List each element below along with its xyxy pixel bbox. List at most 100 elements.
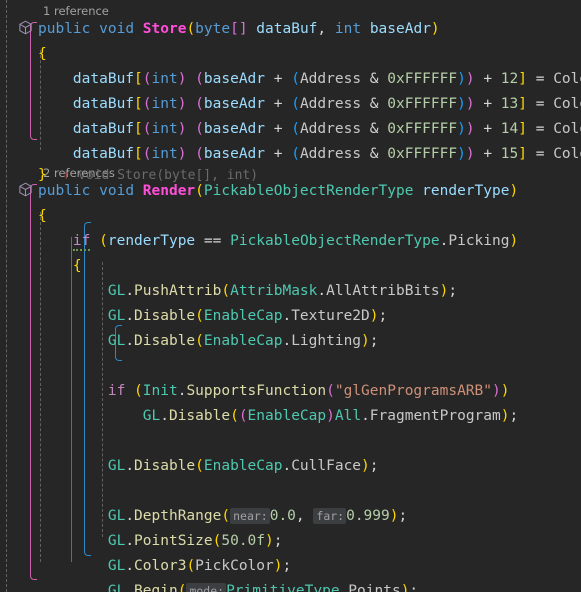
token-paren: ) — [177, 96, 187, 112]
token-paren: ( — [195, 308, 204, 324]
token-semicolon: ; — [282, 558, 292, 574]
code-line[interactable]: if (renderType == PickableObjectRenderTy… — [38, 229, 518, 254]
token-operator: & — [369, 71, 379, 87]
token-bracket: ] — [518, 146, 527, 162]
token-type: PickableObjectRenderType — [230, 233, 440, 249]
token-type: GL — [107, 308, 126, 324]
token-parameter: dataBuf — [256, 21, 318, 37]
token-keyword: void — [99, 183, 135, 199]
token-operator: & — [369, 146, 379, 162]
code-line[interactable]: dataBuf[(int) (baseAdr + (Address & 0xFF… — [38, 117, 581, 142]
code-line[interactable]: { — [38, 204, 47, 229]
token-number: 12 — [500, 71, 519, 87]
token-paren: ( — [291, 121, 300, 137]
code-line[interactable]: GL.Color3(PickColor); — [38, 554, 291, 579]
token-operator: + — [483, 146, 493, 162]
token-semicolon: ; — [509, 408, 519, 424]
token-paren: ) — [177, 121, 187, 137]
token-field: Colors — [553, 96, 581, 112]
token-method-call: Disable — [134, 333, 196, 349]
token-operator: == — [203, 233, 222, 249]
token-brace: { — [72, 258, 82, 274]
token-method-call: DepthRange — [134, 508, 222, 524]
code-line[interactable]: GL.Disable(EnableCap.Lighting); — [38, 329, 379, 354]
token-paren: ) — [326, 408, 335, 424]
token-number: 15 — [500, 146, 519, 162]
token-method-call: PointSize — [134, 533, 213, 549]
code-line[interactable]: { — [38, 254, 82, 279]
code-line[interactable]: GL.Disable(EnableCap.CullFace); — [38, 454, 379, 479]
token-field: Colors — [553, 121, 581, 137]
token-type: Init — [142, 383, 178, 399]
token-paren: ( — [326, 383, 335, 399]
inlay-hint-far[interactable]: far: — [313, 508, 347, 524]
token-paren: ) — [361, 333, 370, 349]
token-dot: . — [282, 333, 292, 349]
token-keyword: int — [151, 96, 178, 112]
token-method-declaration[interactable]: Store — [143, 21, 187, 37]
token-type: GL — [107, 558, 126, 574]
token-bracket: [ — [134, 71, 143, 87]
code-line[interactable]: GL.DepthRange(near: 0.0, far: 0.999); — [38, 504, 407, 529]
token-enum-member: Points — [348, 583, 401, 592]
token-method-call: Disable — [168, 408, 231, 424]
code-line[interactable]: dataBuf[(int) (baseAdr + (Address & 0xFF… — [38, 92, 581, 117]
code-line[interactable]: GL.Disable(EnableCap.Texture2D); — [38, 304, 387, 329]
code-line[interactable]: GL.PushAttrib(AttribMask.AllAttribBits); — [38, 279, 457, 304]
token-operator: = — [535, 96, 545, 112]
token-number: 0xFFFFFF — [387, 121, 458, 137]
token-field: Address — [299, 146, 362, 162]
token-semicolon: ; — [398, 508, 408, 524]
cube-icon[interactable] — [18, 182, 33, 197]
token-paren: ) — [465, 146, 475, 162]
token-bracket: [] — [230, 21, 248, 37]
token-type: EnableCap — [247, 408, 327, 424]
token-semicolon: ; — [369, 333, 379, 349]
token-parameter: renderType — [422, 183, 510, 199]
token-paren: ) — [465, 96, 475, 112]
inlay-hint-mode[interactable]: mode: — [186, 583, 227, 592]
token-method-call: Begin — [134, 583, 178, 592]
token-paren: ( — [142, 121, 152, 137]
token-enum-member: Lighting — [291, 333, 362, 349]
token-keyword-if: if — [107, 383, 126, 399]
code-line[interactable]: GL.PointSize(50.0f); — [38, 529, 283, 554]
token-operator: + — [483, 121, 493, 137]
inlay-hint-near[interactable]: near: — [230, 508, 270, 524]
code-editor[interactable]: 1 reference 2 references public void Sto… — [0, 0, 581, 592]
code-line[interactable]: { — [38, 42, 47, 67]
token-method-declaration[interactable]: Render — [143, 183, 195, 199]
scope-bracket-render — [30, 184, 37, 580]
token-dot: . — [282, 308, 292, 324]
token-paren: ( — [195, 71, 204, 87]
code-line[interactable]: GL.Begin(mode: PrimitiveType.Points); — [38, 579, 418, 592]
token-paren: ) — [457, 96, 466, 112]
token-operator: = — [535, 71, 545, 87]
code-line[interactable]: dataBuf[(int) (baseAdr + (Address & 0xFF… — [38, 67, 581, 92]
token-keyword: int — [151, 146, 178, 162]
token-enum-member: CullFace — [291, 458, 362, 474]
cube-icon[interactable] — [18, 20, 33, 35]
code-line[interactable]: public void Render(PickableObjectRenderT… — [38, 179, 518, 204]
token-number: 13 — [500, 96, 519, 112]
token-paren: ) — [509, 183, 519, 199]
token-bracket: ] — [518, 96, 527, 112]
code-line[interactable]: GL.Disable((EnableCap)All.FragmentProgra… — [38, 404, 518, 429]
token-field: Colors — [553, 71, 581, 87]
code-line[interactable]: if (Init.SupportsFunction("glGenPrograms… — [38, 379, 510, 404]
token-paren: ( — [291, 96, 300, 112]
token-keyword: public — [38, 21, 91, 37]
token-number: 0.999 — [346, 508, 390, 524]
token-dot: . — [317, 283, 327, 299]
code-line[interactable]: public void Store(byte[] dataBuf, int ba… — [38, 17, 440, 42]
token-semicolon: ; — [448, 283, 458, 299]
